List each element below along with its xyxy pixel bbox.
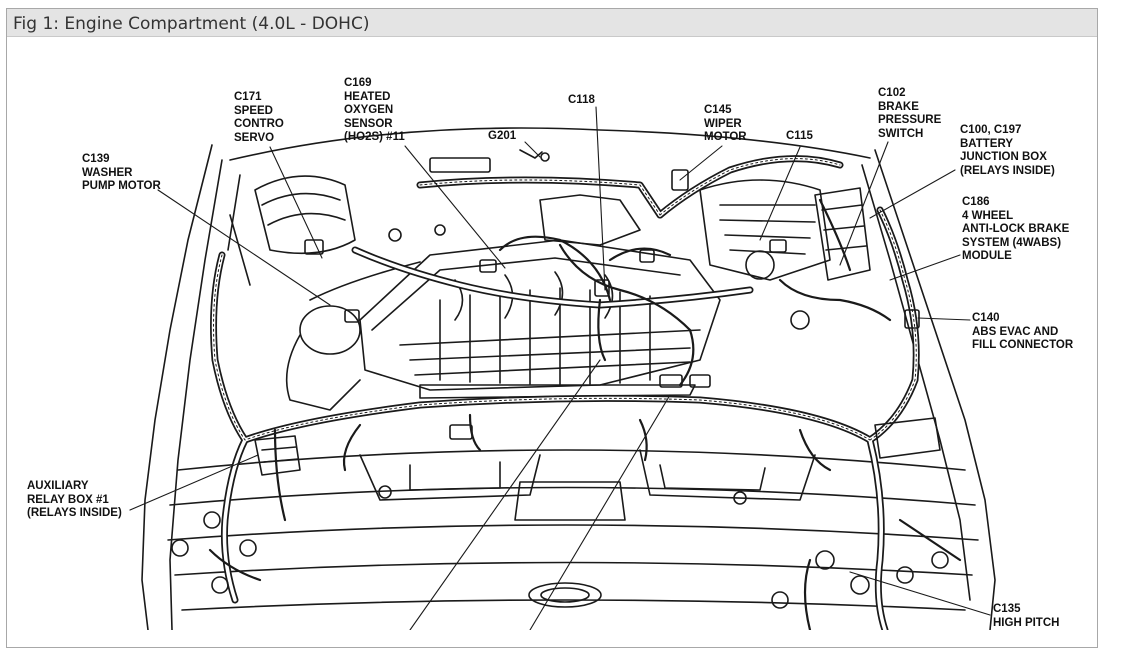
engine-block [285,179,831,411]
label-c102-brake-pressure-switch: C102 BRAKE PRESSURE SWITCH [878,87,942,140]
relay-box-right [814,187,941,459]
wire-harness [210,155,920,630]
label-g201: G201 [488,130,517,142]
fender-outline [141,127,996,630]
label-c118: C118 [568,94,595,106]
label-c186-4wabs-module: C186 4 WHEEL ANTI-LOCK BRAKE SYSTEM (4WA… [962,196,1070,262]
label-c115: C115 [786,130,813,142]
label-c135-high-pitch: C135 HIGH PITCH [993,603,1060,629]
label-auxiliary-relay-box: AUXILIARY RELAY BOX #1 (RELAYS INSIDE) [27,480,122,519]
label-c145-wiper-motor: C145 WIPER MOTOR [704,104,747,143]
wire-harness-core [211,156,918,630]
secondary-wiring [208,198,962,630]
label-c139-washer-pump-motor: C139 WASHER PUMP MOTOR [82,153,161,192]
bottom-right-connectors [771,550,949,609]
label-c140-abs-evac-fill-connector: C140 ABS EVAC AND FILL CONNECTOR [972,312,1074,351]
label-c171-speed-control-servo: C171 SPEED CONTRO SERVO [234,91,284,144]
radiator-support [167,449,979,611]
label-c169-heated-oxygen-sensor: C169 HEATED OXYGEN SENSOR (HO2S) #11 [344,77,405,143]
air-cleaner [229,175,356,286]
engine-compartment-diagram [129,106,996,630]
label-c100-battery-junction-box: C100, C197 BATTERY JUNCTION BOX (RELAYS … [960,124,1055,177]
